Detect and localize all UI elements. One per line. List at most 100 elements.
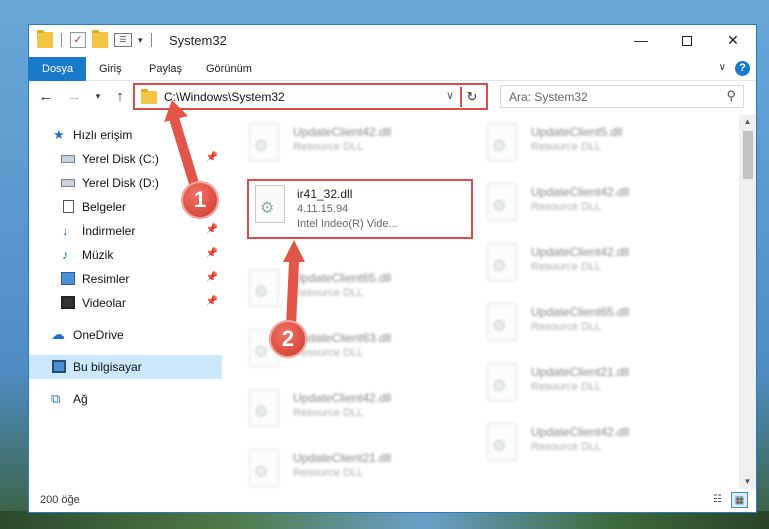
toolbar-separator bbox=[150, 33, 152, 47]
step-1-badge: 1 bbox=[181, 181, 219, 219]
file-description: Resource DLL bbox=[531, 321, 602, 333]
file-item[interactable]: ⚙ UpdateClient65.dll Resource DLL bbox=[463, 299, 693, 349]
close-button[interactable]: ✕ bbox=[710, 25, 756, 55]
forward-button[interactable]: → bbox=[65, 88, 83, 105]
file-version: 4.11.15.94 bbox=[297, 203, 349, 215]
file-description: Resource DLL bbox=[293, 467, 364, 479]
new-folder-icon[interactable] bbox=[92, 30, 108, 48]
address-path[interactable]: C:\Windows\System32 bbox=[164, 90, 285, 104]
quick-access-toolbar: ✓ ☰ ▾ bbox=[37, 30, 154, 48]
minimize-button[interactable]: — bbox=[618, 25, 664, 55]
vertical-scrollbar[interactable]: ▲ ▼ bbox=[739, 115, 756, 489]
details-view-icon[interactable]: ☷ bbox=[709, 492, 726, 508]
file-name: UpdateClient42.dll bbox=[293, 391, 392, 405]
file-list: ⚙ UpdateClient42.dll Resource DLL ⚙ ir41… bbox=[225, 115, 738, 489]
pin-icon[interactable]: 📌 bbox=[206, 152, 218, 163]
ribbon-tabs: Dosya Giriş Paylaş Görünüm ∨ ? bbox=[29, 57, 756, 81]
file-item[interactable]: ⚙ UpdateClient42.dll Resource DLL bbox=[463, 419, 693, 469]
qat-dropdown-icon[interactable]: ▾ bbox=[138, 35, 143, 46]
file-item[interactable]: ⚙ UpdateClient5.dll Resource DLL bbox=[463, 119, 693, 169]
file-item[interactable]: ⚙ UpdateClient42.dll Resource DLL bbox=[463, 239, 693, 289]
file-description: Resource DLL bbox=[531, 381, 602, 393]
sidebar-item-label: Ağ bbox=[73, 392, 88, 406]
gear-icon: ⚙ bbox=[254, 138, 269, 155]
gear-icon: ⚙ bbox=[254, 464, 269, 481]
file-item[interactable]: ⚙ UpdateClient65.dll Resource DLL bbox=[225, 265, 455, 315]
file-name: UpdateClient42.dll bbox=[531, 245, 630, 259]
file-item[interactable]: ⚙ UpdateClient42.dll Resource DLL bbox=[463, 179, 693, 229]
expand-ribbon-icon[interactable]: ∨ bbox=[719, 62, 726, 73]
up-button[interactable]: ↑ bbox=[111, 88, 129, 105]
gear-icon: ⚙ bbox=[254, 284, 269, 301]
gear-icon: ⚙ bbox=[492, 378, 507, 395]
navigation-pane: ★ Hızlı erişim Yerel Disk (C:) 📌 Yerel D… bbox=[29, 117, 222, 489]
file-item[interactable]: ⚙ UpdateClient21.dll Resource DLL bbox=[463, 359, 693, 409]
sidebar-item-downloads[interactable]: ↓ İndirmeler 📌 bbox=[29, 219, 222, 243]
tab-home[interactable]: Giriş bbox=[86, 57, 135, 81]
file-item-ir41-32[interactable]: ⚙ ir41_32.dll 4.11.15.94 Intel Indeo(R) … bbox=[247, 179, 473, 239]
tab-file[interactable]: Dosya bbox=[29, 57, 87, 81]
tiles-view-icon[interactable]: ▦ bbox=[731, 492, 748, 508]
gear-icon: ⚙ bbox=[254, 404, 269, 421]
pin-icon[interactable]: 📌 bbox=[206, 272, 218, 283]
recent-locations-button[interactable]: ▾ bbox=[89, 91, 107, 102]
file-item[interactable]: ⚙ UpdateClient21.dll Resource DLL bbox=[225, 445, 455, 489]
sidebar-item-network[interactable]: ⧉ Ağ bbox=[29, 387, 222, 411]
maximize-button[interactable] bbox=[664, 25, 710, 55]
pin-icon[interactable]: 📌 bbox=[206, 296, 218, 307]
pin-icon[interactable]: 📌 bbox=[206, 248, 218, 259]
dll-file-icon: ⚙ bbox=[487, 183, 517, 221]
title-bar: ✓ ☰ ▾ System32 — ✕ bbox=[29, 25, 756, 57]
star-icon: ★ bbox=[53, 127, 65, 142]
sidebar-item-music[interactable]: ♪ Müzik 📌 bbox=[29, 243, 222, 267]
dll-file-icon: ⚙ bbox=[487, 243, 517, 281]
dll-file-icon: ⚙ bbox=[255, 185, 285, 223]
drive-icon bbox=[61, 179, 75, 187]
dll-file-icon: ⚙ bbox=[249, 389, 279, 427]
address-dropdown-icon[interactable]: ∨ bbox=[446, 89, 454, 102]
search-icon[interactable]: ⚲ bbox=[726, 88, 736, 104]
file-item[interactable]: ⚙ UpdateClient42.dll Resource DLL bbox=[225, 385, 455, 435]
dll-file-icon: ⚙ bbox=[487, 123, 517, 161]
folder-icon bbox=[141, 89, 157, 104]
toolbar-separator bbox=[61, 33, 62, 47]
tab-view[interactable]: Görünüm bbox=[193, 57, 265, 81]
back-button[interactable]: ← bbox=[37, 88, 55, 105]
cloud-icon: ☁ bbox=[51, 326, 65, 342]
drive-icon bbox=[61, 155, 75, 163]
dll-file-icon: ⚙ bbox=[487, 303, 517, 341]
help-button[interactable]: ? bbox=[735, 61, 750, 76]
sidebar-item-local-disk-c[interactable]: Yerel Disk (C:) 📌 bbox=[29, 147, 222, 171]
file-name: ir41_32.dll bbox=[297, 187, 353, 201]
scroll-thumb[interactable] bbox=[743, 131, 753, 179]
gear-icon: ⚙ bbox=[492, 198, 507, 215]
file-item[interactable]: ⚙ UpdateClient63.dll Resource DLL bbox=[225, 325, 455, 375]
file-name: UpdateClient65.dll bbox=[531, 305, 630, 319]
tab-share[interactable]: Paylaş bbox=[136, 57, 195, 81]
sidebar-item-quick-access[interactable]: ★ Hızlı erişim bbox=[29, 123, 222, 147]
gear-icon: ⚙ bbox=[492, 318, 507, 335]
sidebar-item-pictures[interactable]: Resimler 📌 bbox=[29, 267, 222, 291]
sidebar-item-onedrive[interactable]: ☁ OneDrive bbox=[29, 323, 222, 347]
pin-icon[interactable]: 📌 bbox=[206, 224, 218, 235]
refresh-icon[interactable]: ↻ bbox=[460, 87, 482, 107]
scroll-down-icon[interactable]: ▼ bbox=[739, 475, 756, 489]
file-description: Resource DLL bbox=[531, 261, 602, 273]
sidebar-item-this-pc[interactable]: Bu bilgisayar bbox=[29, 355, 222, 379]
gear-icon: ⚙ bbox=[254, 344, 269, 361]
file-name: UpdateClient42.dll bbox=[531, 425, 630, 439]
sidebar-item-label: Hızlı erişim bbox=[73, 128, 133, 142]
file-name: UpdateClient21.dll bbox=[531, 365, 630, 379]
address-bar[interactable]: C:\Windows\System32 ∨ ↻ bbox=[133, 83, 488, 110]
dll-file-icon: ⚙ bbox=[249, 449, 279, 487]
search-input[interactable]: Ara: System32 ⚲ bbox=[500, 85, 744, 108]
properties-check-icon[interactable]: ✓ bbox=[70, 32, 86, 48]
file-item[interactable]: ⚙ UpdateClient42.dll Resource DLL bbox=[225, 119, 455, 169]
customize-icon[interactable]: ☰ bbox=[114, 33, 132, 47]
step-2-badge: 2 bbox=[269, 320, 307, 358]
file-description: Intel Indeo(R) Vide... bbox=[297, 218, 398, 230]
file-name: UpdateClient42.dll bbox=[293, 125, 392, 139]
dll-file-icon: ⚙ bbox=[249, 123, 279, 161]
sidebar-item-videos[interactable]: Videolar 📌 bbox=[29, 291, 222, 315]
scroll-up-icon[interactable]: ▲ bbox=[739, 115, 756, 129]
